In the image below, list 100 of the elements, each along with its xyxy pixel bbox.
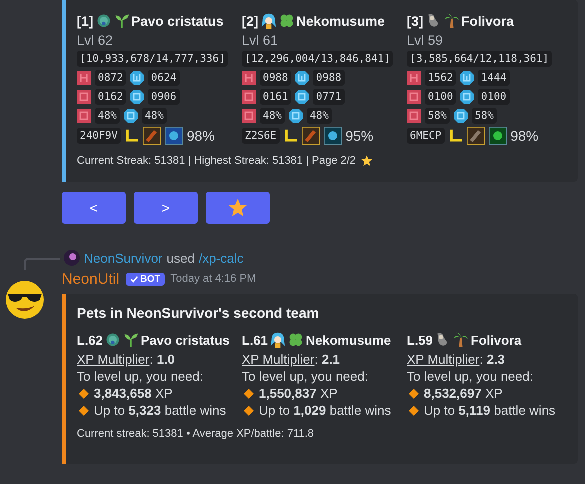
health-icon	[242, 71, 256, 85]
star-icon	[361, 155, 374, 167]
square-icon	[242, 90, 256, 104]
pet-code: 6MECP	[407, 128, 445, 144]
embed-footer: Current Streak: 51381 | Highest Streak: 51381 | Page 2/2	[77, 155, 356, 167]
author-name[interactable]: NeonUtil	[62, 270, 120, 288]
user-avatar	[64, 250, 80, 266]
stat-value: 0624	[148, 70, 180, 86]
level-up-text: To level up, you need:	[242, 369, 368, 384]
stat-value: 0162	[95, 89, 126, 105]
level-up-text: To level up, you need:	[77, 369, 204, 384]
pet-code: Z2S6E	[242, 128, 280, 144]
sprout-icon	[114, 13, 130, 29]
pet-level: L.62	[77, 332, 104, 348]
gem-icon	[460, 90, 474, 104]
pet-index: [1]	[77, 14, 94, 28]
stat-value: 48%	[260, 108, 285, 124]
pet-index: [2]	[242, 14, 258, 28]
shield-icon	[295, 71, 310, 85]
stat-value: 0988	[313, 70, 345, 86]
embed-footer: Current streak: 51381 • Average XP/battle: 711.8	[77, 428, 314, 440]
xp-needed: 1,550,837 XP	[259, 386, 338, 401]
username[interactable]: NeonSurvivor	[84, 250, 163, 266]
gem-icon	[295, 90, 310, 104]
palm-tree-icon	[444, 13, 460, 29]
anime-girl-icon	[270, 332, 286, 348]
multiplier-label: XP Multiplier	[242, 352, 315, 367]
stat-value: 1562	[425, 70, 456, 86]
pet-level: Lvl 61	[242, 33, 278, 48]
pet-name: Folivora	[462, 14, 514, 28]
stat-value: 0161	[260, 89, 292, 105]
square-icon	[407, 109, 421, 123]
stat-value: 58%	[425, 108, 450, 124]
reply-connector	[24, 258, 60, 270]
stat-value: 48%	[142, 108, 167, 124]
page-button[interactable]: <	[62, 192, 126, 224]
gem-icon	[124, 109, 138, 123]
battle-wins: Up to 5,119 battle wins	[424, 403, 556, 418]
command-link[interactable]: /xp-calc	[198, 250, 244, 266]
clover-icon	[288, 332, 304, 348]
item-icon	[302, 127, 320, 145]
multiplier-label: XP Multiplier	[77, 352, 150, 367]
multiplier-value: : 2.1	[314, 352, 340, 367]
pet-level: L.61	[242, 332, 268, 348]
square-icon	[407, 90, 421, 104]
gem-icon	[288, 109, 303, 123]
clover-icon	[278, 13, 294, 29]
item-icon	[466, 127, 485, 145]
square-icon	[77, 90, 91, 104]
xp-text: [3,585,664/12,118,361]	[407, 51, 552, 67]
corner-icon	[448, 129, 463, 143]
multiplier-label: XP Multiplier	[407, 352, 480, 367]
square-icon	[77, 109, 91, 123]
pet-name: Pavo cristatus	[132, 14, 224, 28]
square-icon	[242, 109, 256, 123]
multiplier-value: : 2.3	[480, 352, 506, 367]
stat-value: 58%	[472, 108, 497, 124]
stat-value: 0771	[313, 89, 345, 105]
pet-name: Pavo cristatus	[141, 332, 230, 348]
gem-icon	[454, 109, 468, 123]
item-icon	[142, 127, 161, 145]
gem-icon	[130, 90, 144, 104]
multiplier-value: : 1.0	[150, 352, 176, 367]
stat-value: 0906	[148, 89, 180, 105]
sprout-icon	[123, 332, 140, 348]
xp-needed: 8,532,697 XP	[424, 386, 503, 401]
stat-value: 0988	[260, 70, 292, 86]
percentage: 95%	[346, 128, 374, 144]
pet-name: Nekomusume	[296, 14, 386, 28]
stat-value: 48%	[306, 108, 332, 124]
bot-badge: BOT	[126, 272, 165, 286]
item-icon	[488, 127, 507, 145]
item-icon	[164, 127, 183, 145]
pet-name: Nekomusume	[306, 332, 392, 348]
pet-level: Lvl 59	[407, 33, 444, 48]
percentage: 98%	[186, 128, 215, 144]
health-icon	[77, 71, 91, 85]
shield-icon	[460, 71, 474, 85]
pet-level: L.59	[407, 332, 434, 348]
pet-level: Lvl 62	[77, 33, 114, 48]
page-button[interactable]: >	[134, 192, 198, 224]
health-icon	[407, 71, 421, 85]
pet-name: Folivora	[471, 332, 522, 348]
pet-index: [3]	[407, 14, 424, 28]
corner-icon	[124, 129, 139, 143]
percentage: 98%	[510, 128, 539, 144]
battle-wins: Up to 1,029 battle wins	[259, 403, 392, 418]
pet-code: 240F9V	[77, 128, 121, 144]
stat-value: 0872	[95, 70, 126, 86]
sunglasses-face-avatar[interactable]	[5, 280, 45, 320]
timestamp: Today at 4:16 PM	[170, 273, 256, 285]
xp-text: [12,296,004/13,846,841]	[242, 51, 394, 67]
corner-icon	[284, 129, 298, 143]
stat-value: 0100	[425, 89, 456, 105]
shield-icon	[130, 71, 144, 85]
stat-value: 1444	[478, 70, 510, 86]
palm-tree-icon	[453, 332, 470, 348]
reply-text: used	[166, 250, 195, 266]
embed-title: Pets in NeonSurvivor's second team	[77, 305, 320, 321]
xp-needed: 3,843,658 XP	[94, 386, 173, 401]
